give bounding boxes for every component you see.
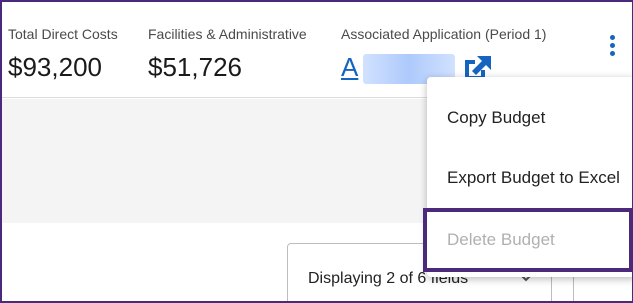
kebab-dot: [609, 43, 615, 48]
delete-budget-menu-item: Delete Budget: [423, 208, 632, 272]
associated-application-label: Associated Application (Period 1): [341, 26, 547, 42]
facilities-admin-value: $51,726: [148, 52, 242, 82]
facilities-admin-label: Facilities & Administrative: [148, 26, 307, 42]
total-direct-costs-value: $93,200: [8, 52, 102, 82]
actions-menu: Copy Budget Export Budget to Excel Delet…: [423, 77, 632, 277]
kebab-dot: [609, 51, 615, 56]
kebab-dot: [609, 35, 615, 40]
associated-application-stat: Associated Application (Period 1) A: [341, 26, 547, 84]
copy-budget-menu-item[interactable]: Copy Budget: [427, 89, 632, 147]
total-direct-costs-stat: Total Direct Costs $93,200: [8, 26, 118, 83]
app-frame: Total Direct Costs $93,200 Facilities & …: [0, 0, 633, 303]
application-link-text: A: [341, 52, 359, 82]
kebab-menu-icon[interactable]: [602, 32, 622, 60]
export-budget-menu-item[interactable]: Export Budget to Excel: [427, 149, 632, 207]
facilities-admin-stat: Facilities & Administrative $51,726: [148, 26, 307, 83]
total-direct-costs-label: Total Direct Costs: [8, 26, 118, 42]
